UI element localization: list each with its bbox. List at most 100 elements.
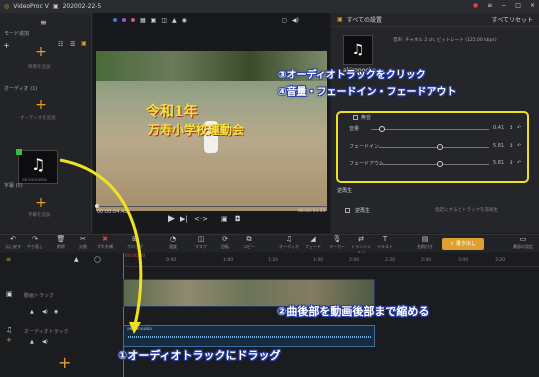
checkbox-icon[interactable] — [16, 149, 22, 155]
menu-icon[interactable]: ≡ — [487, 2, 492, 9]
fade-out-value[interactable]: 5.81 — [493, 160, 504, 166]
reverse-label: 逆再生 — [355, 208, 371, 214]
save-icon[interactable]: ▣ — [53, 3, 59, 10]
named-button[interactable]: ▤ 名前付き — [414, 235, 436, 253]
volume-reset-icon[interactable]: ↶ — [517, 125, 521, 131]
next-frame-icon[interactable]: ▶| — [180, 215, 188, 223]
volume-track[interactable] — [371, 129, 489, 130]
transition-icon: ⇄ — [358, 235, 364, 243]
settings-tab[interactable]: すべての設置 — [347, 15, 382, 24]
video-track-lock-icon[interactable]: ▲ — [30, 309, 34, 315]
audio-file-name: akironooka — [22, 178, 47, 183]
window-controls: ● ≡ − □ × — [473, 2, 535, 9]
gap-button[interactable]: ✖ ずれを補 — [94, 235, 116, 253]
add-video-button[interactable]: + — [34, 45, 48, 59]
audio-track-mute-icon[interactable]: ◀) — [42, 339, 48, 345]
fullscreen-icon[interactable]: ▣ — [221, 215, 228, 223]
fade-out-knob[interactable] — [437, 161, 443, 167]
color-dot-purple[interactable] — [122, 18, 126, 22]
video-track-mute-icon[interactable]: ◀) — [42, 309, 48, 315]
grid-icon[interactable]: ▣ — [81, 40, 87, 47]
volume-icon[interactable]: ◀) — [292, 17, 299, 24]
color-dot-blue[interactable] — [113, 18, 117, 22]
settings-tab-icon[interactable]: ▣ — [337, 16, 343, 23]
undo-icon: ↶ — [10, 235, 16, 243]
notification-icon[interactable]: ● — [473, 2, 478, 9]
view-toggle-icon[interactable]: ☷ — [58, 41, 63, 48]
loop-icon[interactable]: <·> — [194, 215, 208, 223]
progress-knob[interactable] — [95, 204, 99, 208]
timeline-ruler[interactable]: 00:00:00 0:40 1:00 1:20 1:40 2:00 2:20 2… — [123, 253, 539, 267]
audio-button[interactable]: ♫ オーディオ — [278, 235, 300, 253]
snapshot-icon[interactable]: ◘ — [235, 215, 241, 223]
speed-icon: ◔ — [169, 235, 177, 243]
add-video-label: 映像を追加 — [28, 65, 51, 70]
filter-icon[interactable]: ◫ — [161, 17, 167, 24]
export-button[interactable]: ⇪ 書き出し — [442, 238, 484, 250]
fade-in-knob[interactable] — [437, 144, 443, 150]
audio-edit-icon: ♫ — [285, 235, 293, 243]
fade-icon: ◢ — [310, 235, 316, 243]
library-menu-icon[interactable]: ≡ — [40, 18, 47, 27]
add-subtitle-button[interactable]: + — [34, 196, 48, 210]
lock-icon[interactable]: ▲ — [172, 17, 177, 24]
undo-button[interactable]: ↶ 元に戻す — [2, 235, 24, 253]
fade-button[interactable]: ◢ フェード — [302, 235, 324, 253]
list-icon[interactable]: ☰ — [70, 41, 75, 48]
eye-icon[interactable]: ◉ — [182, 17, 187, 24]
audio-clip[interactable]: akironooka — [123, 325, 375, 347]
track-lock-icon[interactable]: ▲ — [74, 256, 79, 263]
fade-in-value[interactable]: 5.81 — [493, 143, 504, 149]
audio-waveform — [128, 336, 372, 338]
copy-button[interactable]: ⧉ コピー — [238, 235, 260, 253]
play-icon[interactable]: ▶ — [168, 214, 175, 224]
playback-section-label[interactable]: 逆再生 — [337, 187, 352, 194]
audio-track-add-icon[interactable]: + — [6, 336, 12, 344]
marker-button[interactable]: 🎙 マーカー — [326, 235, 348, 253]
close-icon[interactable]: × — [530, 2, 535, 9]
fade-in-reset-icon[interactable]: ↶ — [517, 143, 521, 149]
split-button[interactable]: ✂ 分割 — [72, 235, 94, 253]
reverse-checkbox[interactable] — [345, 208, 350, 213]
add-subtitle-label: 字幕を追加 — [28, 213, 51, 218]
grid-view-icon[interactable]: ▦ — [140, 17, 146, 24]
add-track-button[interactable]: + — [58, 353, 71, 372]
fade-out-reset-icon[interactable]: ↶ — [517, 160, 521, 166]
reset-all-button[interactable]: すべてリセット — [492, 15, 533, 24]
redo-button[interactable]: ↷ やり直し — [24, 235, 46, 253]
transition-button[interactable]: ⇄トランジション — [350, 235, 372, 255]
add-media-icon[interactable]: + — [3, 41, 10, 50]
video-title-line2: 万寿小学校運動会 — [148, 123, 245, 137]
progress-track[interactable] — [95, 206, 327, 207]
fade-out-stepper-icon[interactable]: ↕ — [509, 160, 513, 166]
fade-in-stepper-icon[interactable]: ↕ — [509, 143, 513, 149]
crop-button[interactable]: ⊞ クロップ — [124, 235, 146, 253]
named-icon: ▤ — [421, 235, 429, 243]
minimize-icon[interactable]: − — [501, 2, 506, 9]
volume-stepper-icon[interactable]: ↕ — [509, 125, 513, 131]
timeline-settings-icon[interactable]: ≡ — [6, 256, 11, 263]
mask-button[interactable]: ◫ マスク — [190, 235, 212, 253]
volume-value[interactable]: 0.41 — [493, 125, 504, 131]
video-track-eye-icon[interactable]: ◉ — [54, 309, 58, 315]
mute-checkbox[interactable] — [353, 115, 358, 120]
app-logo-icon: ◎ — [4, 3, 10, 10]
delete-button[interactable]: 🗑 削除 — [50, 235, 72, 253]
fade-in-track[interactable] — [379, 147, 489, 148]
fade-out-track[interactable] — [379, 164, 489, 165]
add-audio-button[interactable]: + — [34, 98, 48, 112]
preview-toolbar: ▦ ▣ ◫ ▲ ◉ ◻ ◀) — [93, 13, 330, 27]
audio-track-lock-icon[interactable]: ▲ — [30, 339, 34, 345]
track-visibility-icon[interactable]: ◯ — [94, 256, 101, 263]
speed-button[interactable]: ◔ 速度 — [162, 235, 184, 253]
title-bar: ◎ VideoProc V ▣ 202002-22-5 ● ≡ − □ × — [0, 0, 539, 13]
camera-icon[interactable]: ◻ — [282, 17, 287, 24]
crop-icon[interactable]: ▣ — [151, 17, 157, 24]
color-dot-pink[interactable] — [131, 18, 135, 22]
volume-knob[interactable] — [379, 126, 385, 132]
rotate-button[interactable]: ⟳ 回転 — [214, 235, 236, 253]
text-button[interactable]: T テキスト — [374, 235, 396, 253]
mute-row: 無音 — [341, 114, 521, 122]
maximize-icon[interactable]: □ — [515, 2, 521, 9]
output-settings-button[interactable]: ▭ 書面の設定 — [512, 235, 534, 253]
